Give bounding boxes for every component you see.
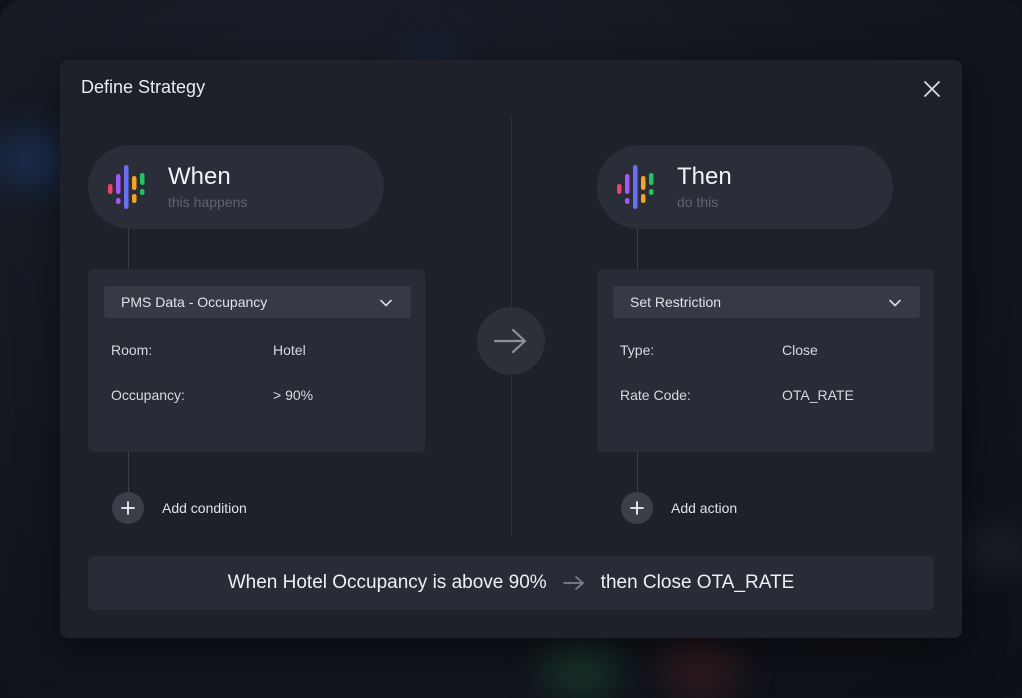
occupancy-value: > 90% <box>273 387 314 403</box>
action-type-select[interactable]: Set Restriction <box>613 286 920 318</box>
equalizer-bars-logo-icon <box>617 165 654 209</box>
chevron-down-icon <box>889 299 901 307</box>
then-subtitle: do this <box>677 194 719 210</box>
action-card: Set Restriction Type: Close Rate Code: O… <box>597 269 934 452</box>
modal-title: Define Strategy <box>81 77 206 97</box>
connector-line <box>128 452 129 492</box>
condition-card: PMS Data - Occupancy Room: Hotel Occupan… <box>88 269 425 452</box>
then-title: Then <box>677 163 732 190</box>
flow-arrow <box>477 307 545 375</box>
add-condition-circle[interactable] <box>112 492 144 524</box>
condition-source-value: PMS Data - Occupancy <box>121 294 268 310</box>
define-strategy-modal: Define Strategy When this happens Then d… <box>60 60 962 638</box>
occupancy-label: Occupancy: <box>111 387 185 403</box>
rate-code-value: OTA_RATE <box>782 387 854 403</box>
arrow-right-icon <box>562 576 584 590</box>
action-type-value: Set Restriction <box>630 294 722 310</box>
arrow-right-icon <box>493 328 527 354</box>
chevron-down-icon <box>380 299 392 307</box>
summary-condition: When Hotel Occupancy is above 90% <box>227 572 547 593</box>
strategy-summary: When Hotel Occupancy is above 90% then C… <box>88 556 934 610</box>
room-label: Room: <box>111 342 153 358</box>
when-title: When <box>168 163 231 190</box>
summary-action: then Close OTA_RATE <box>600 572 795 593</box>
close-button[interactable] <box>920 77 944 101</box>
background-blur <box>660 640 740 698</box>
add-action-circle[interactable] <box>621 492 653 524</box>
add-condition-label: Add condition <box>162 500 247 516</box>
then-header: Then do this <box>597 145 893 229</box>
plus-icon <box>121 501 135 515</box>
background-blur <box>960 530 1022 570</box>
connector-line <box>128 229 129 269</box>
connector-line <box>637 229 638 269</box>
when-subtitle: this happens <box>168 194 248 210</box>
type-value: Close <box>782 342 818 358</box>
when-header: When this happens <box>88 145 384 229</box>
background-blur <box>540 640 620 698</box>
room-value: Hotel <box>273 342 306 358</box>
type-label: Type: <box>620 342 655 358</box>
condition-source-select[interactable]: PMS Data - Occupancy <box>104 286 411 318</box>
close-icon <box>924 81 940 97</box>
add-action-label: Add action <box>671 500 738 516</box>
plus-icon <box>630 501 644 515</box>
connector-line <box>637 452 638 492</box>
equalizer-bars-logo-icon <box>108 165 145 209</box>
rate-code-label: Rate Code: <box>620 387 691 403</box>
app-background: Define Strategy When this happens Then d… <box>0 0 1022 698</box>
